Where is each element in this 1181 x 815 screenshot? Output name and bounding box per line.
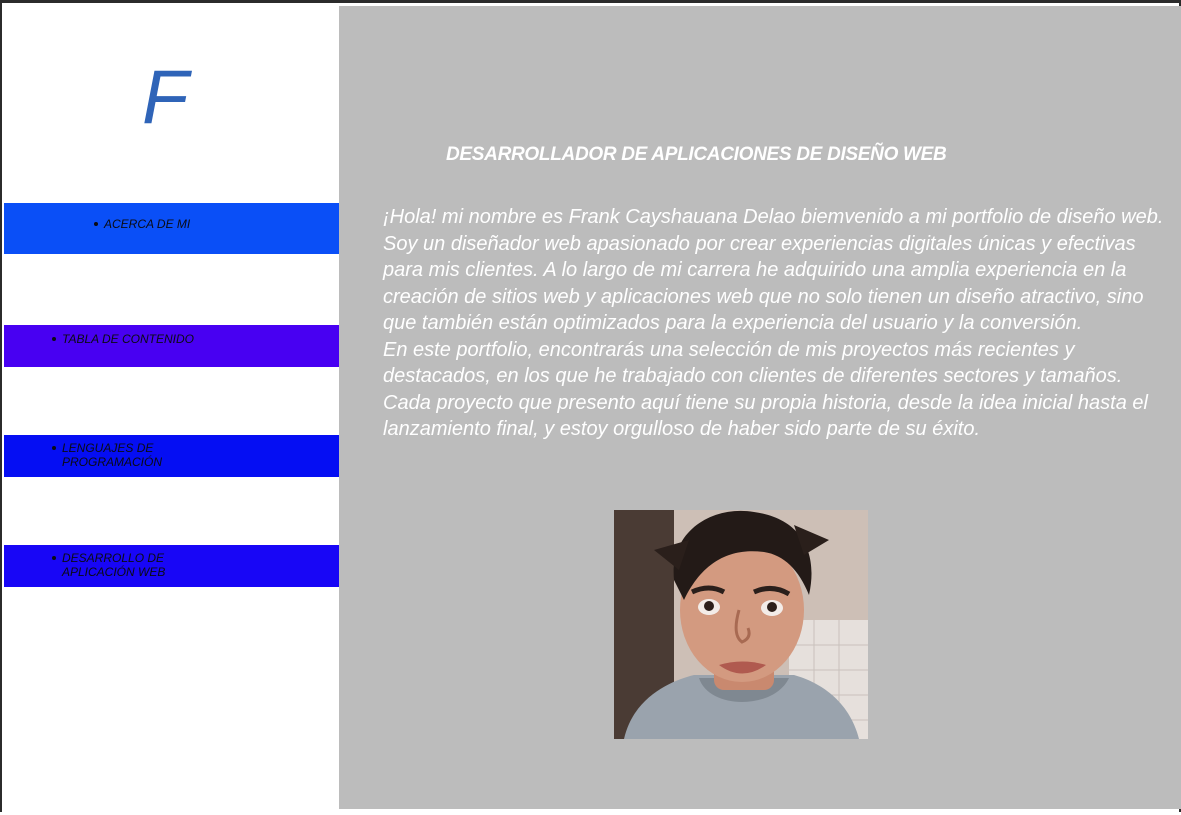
nav-item-label[interactable]: LENGUAJES DE PROGRAMACIÓN — [52, 441, 202, 469]
sidebar: F ACERCA DE MI TABLA DE CONTENIDO LENGUA… — [4, 6, 339, 815]
intro-paragraph-1: ¡Hola! mi nombre es Frank Cayshauana Del… — [383, 206, 1164, 334]
page-frame: F ACERCA DE MI TABLA DE CONTENIDO LENGUA… — [0, 0, 1181, 815]
intro-text: ¡Hola! mi nombre es Frank Cayshauana Del… — [383, 204, 1168, 443]
page-title: DESARROLLADOR DE APLICACIONES DE DISEÑO … — [446, 144, 947, 165]
profile-photo-illustration — [614, 510, 868, 739]
nav-item-acerca-de-mi[interactable]: ACERCA DE MI — [4, 203, 339, 254]
logo: F — [142, 55, 189, 140]
nav-item-label[interactable]: TABLA DE CONTENIDO — [51, 332, 194, 346]
profile-photo — [614, 510, 868, 739]
nav-item-label[interactable]: DESARROLLO DE APLICACIÓN WEB — [52, 551, 202, 579]
nav-item-label[interactable]: ACERCA DE MI — [93, 217, 190, 231]
intro-paragraph-2: En este portfolio, encontrarás una selec… — [383, 338, 1148, 441]
main-content: DESARROLLADOR DE APLICACIONES DE DISEÑO … — [339, 6, 1181, 809]
nav-item-lenguajes-de-programacion[interactable]: LENGUAJES DE PROGRAMACIÓN — [4, 435, 339, 477]
nav-item-tabla-de-contenido[interactable]: TABLA DE CONTENIDO — [4, 325, 339, 367]
nav-item-desarrollo-de-aplicacion-web[interactable]: DESARROLLO DE APLICACIÓN WEB — [4, 545, 339, 587]
